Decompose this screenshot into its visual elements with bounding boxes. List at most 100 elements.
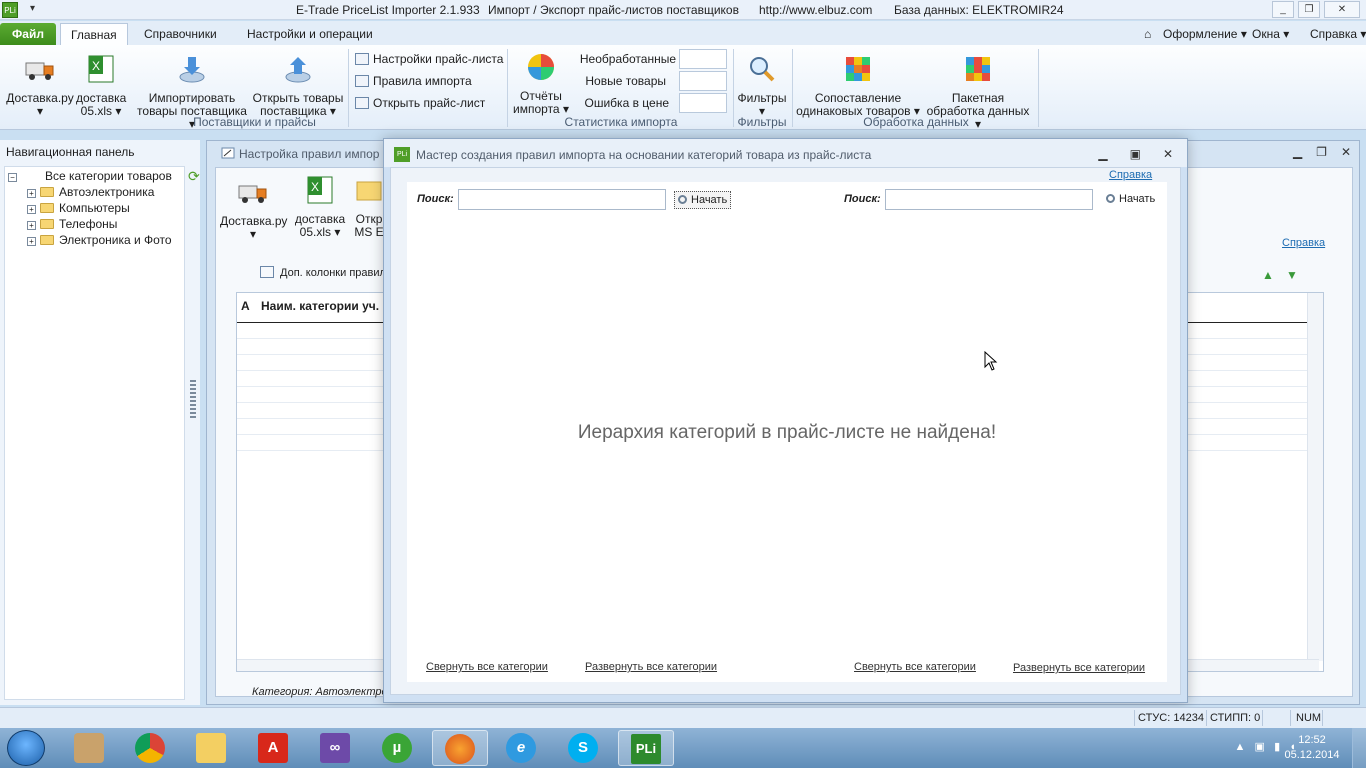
modal-help-link[interactable]: Справка	[1109, 169, 1152, 181]
right-collapse-all-link[interactable]: Свернуть все категории	[854, 661, 976, 673]
modal-content: Поиск: Начать Поиск: Начать Иерархия кат…	[407, 182, 1167, 682]
taskbar-ie[interactable]: e	[494, 730, 550, 766]
tree-item-auto[interactable]: + Автоэлектроника	[27, 185, 154, 199]
right-expand-all-link[interactable]: Развернуть все категории	[1013, 662, 1145, 674]
minimize-button[interactable]: ▁	[1098, 147, 1107, 161]
dostavka-xls-button[interactable]: X доставка 05.xls ▾	[76, 53, 126, 118]
quick-access-dropdown-icon[interactable]: ▾	[30, 3, 35, 14]
bg-xls-button[interactable]: X доставка 05.xls ▾	[294, 174, 346, 239]
pdf-icon: A	[258, 733, 288, 763]
minimize-button[interactable]: _	[1272, 1, 1294, 18]
left-start-button[interactable]: Начать	[674, 191, 732, 209]
col-header-a[interactable]: А	[241, 299, 250, 313]
taskbar: A ∞ µ e S PLi ▲ ▣ ▮ ◖ 12:52 05.12.2014	[0, 728, 1366, 768]
taskbar-acrobat[interactable]: A	[246, 730, 302, 766]
rules-icon	[355, 75, 369, 87]
collapse-icon[interactable]: −	[8, 173, 17, 182]
tree-item-computers[interactable]: + Компьютеры	[27, 201, 130, 215]
vertical-scrollbar[interactable]	[1307, 293, 1323, 661]
table-icon	[260, 266, 274, 278]
close-button[interactable]: ✕	[1341, 145, 1351, 159]
right-search-input[interactable]	[885, 189, 1093, 210]
clock[interactable]: 12:52 05.12.2014	[1282, 733, 1342, 763]
right-start-button[interactable]: Начать	[1103, 191, 1158, 209]
taskbar-visual-studio[interactable]: ∞	[308, 730, 364, 766]
match-goods-button[interactable]: Сопоставление одинаковых товаров ▾	[796, 53, 920, 118]
taskbar-utorrent[interactable]: µ	[370, 730, 426, 766]
taskbar-pli[interactable]: PLi	[618, 730, 674, 766]
windows-start-button[interactable]	[7, 730, 45, 766]
maximize-button[interactable]: ▣	[1130, 147, 1141, 161]
taskbar-explorer-pinned[interactable]	[62, 730, 118, 766]
move-up-icon[interactable]: ▲	[1262, 268, 1274, 282]
category-tree: − Все категории товаров + Автоэлектроника …	[4, 166, 185, 700]
reports-button[interactable]: Отчёты импорта ▾	[510, 51, 572, 116]
taskbar-firefox[interactable]	[432, 730, 488, 766]
tab-settings[interactable]: Настройки и операции	[237, 23, 383, 45]
taskbar-chrome[interactable]	[123, 730, 179, 766]
stat-error-value[interactable]	[679, 93, 727, 113]
left-collapse-all-link[interactable]: Свернуть все категории	[426, 661, 548, 673]
visual-studio-icon: ∞	[320, 733, 350, 763]
home-icon[interactable]: ⌂	[1144, 27, 1151, 41]
magnifier-icon	[1106, 194, 1115, 203]
chrome-icon	[135, 733, 165, 763]
truck-icon	[238, 185, 267, 203]
stat-unprocessed-value[interactable]	[679, 49, 727, 69]
left-expand-all-link[interactable]: Развернуть все категории	[585, 661, 717, 673]
restore-button[interactable]: ❐	[1316, 145, 1327, 159]
taskbar-folder[interactable]	[184, 730, 240, 766]
tab-file[interactable]: Файл	[0, 23, 56, 45]
menu-design[interactable]: Оформление ▾	[1163, 27, 1247, 41]
menu-help[interactable]: Справка ▾	[1310, 27, 1366, 41]
tab-references[interactable]: Справочники	[134, 23, 227, 45]
svg-text:X: X	[92, 59, 100, 73]
tree-root[interactable]: − Все категории товаров	[8, 169, 172, 183]
open-price-button[interactable]: Открыть прайс-лист	[355, 96, 485, 110]
expand-icon[interactable]: +	[27, 205, 36, 214]
filters-button[interactable]: Фильтры ▾	[735, 53, 789, 118]
group-label-stats: Статистика импорта	[564, 115, 678, 129]
truck-icon	[25, 62, 54, 80]
stat-error-label: Ошибка в цене	[584, 96, 669, 110]
move-down-icon[interactable]: ▼	[1286, 268, 1298, 282]
tree-item-electronics[interactable]: + Электроника и Фото	[27, 233, 172, 247]
tab-main[interactable]: Главная	[60, 23, 128, 45]
settings-icon	[355, 53, 369, 65]
refresh-icon[interactable]: ⟳	[188, 168, 200, 185]
tray-expand-icon[interactable]: ▲	[1234, 741, 1245, 753]
excel-icon: X	[88, 55, 114, 83]
group-separator	[348, 49, 349, 127]
bg-dostavka-button[interactable]: Доставка.ру ▾	[220, 176, 287, 241]
price-settings-button[interactable]: Настройки прайс-листа	[355, 52, 503, 66]
col-header-name[interactable]: Наим. категории уч.	[261, 299, 379, 313]
splitter-handle[interactable]	[190, 380, 196, 420]
dostavka-button[interactable]: Доставка.ру ▾	[6, 53, 74, 118]
left-search-input[interactable]	[458, 189, 666, 210]
expand-icon[interactable]: +	[27, 189, 36, 198]
expand-icon[interactable]: +	[27, 221, 36, 230]
nav-header: Навигационная панель	[6, 145, 135, 159]
expand-icon[interactable]: +	[27, 237, 36, 246]
category-wizard-dialog: PLi Мастер создания правил импорта на ос…	[383, 138, 1188, 703]
tray-network-icon[interactable]: ▮	[1274, 741, 1280, 753]
tray-device-icon[interactable]: ▣	[1255, 741, 1265, 753]
rubik-cube-icon	[966, 57, 990, 81]
minimize-button[interactable]: ▁	[1293, 145, 1302, 159]
open-goods-button[interactable]: Открыть товары поставщика ▾	[252, 53, 344, 118]
stat-new-value[interactable]	[679, 71, 727, 91]
bg-open-excel-button[interactable]: Откр MS E	[352, 174, 386, 239]
tree-item-phones[interactable]: + Телефоны	[27, 217, 117, 231]
close-button[interactable]: ✕	[1163, 147, 1173, 161]
bg-help-link[interactable]: Справка	[1282, 237, 1325, 249]
files-icon	[74, 733, 104, 763]
folder-icon	[196, 733, 226, 763]
restore-button[interactable]: ❐	[1298, 1, 1320, 18]
show-desktop-button[interactable]	[1352, 728, 1366, 768]
rubik-cube-icon	[846, 57, 870, 81]
import-rules-button[interactable]: Правила импорта	[355, 74, 472, 88]
close-button[interactable]: ✕	[1324, 1, 1360, 18]
taskbar-skype[interactable]: S	[556, 730, 612, 766]
menu-windows[interactable]: Окна ▾	[1252, 27, 1289, 41]
extra-columns-button[interactable]: Доп. колонки правил	[260, 266, 386, 279]
